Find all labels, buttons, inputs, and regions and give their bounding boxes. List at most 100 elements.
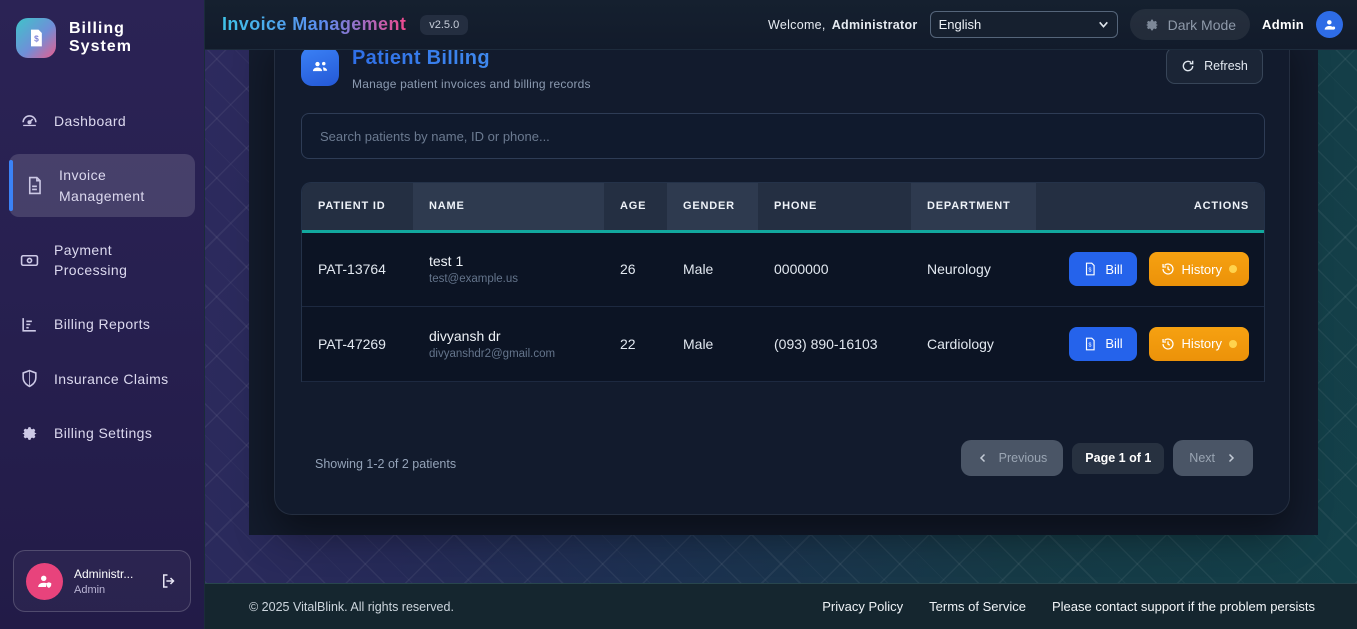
cell-gender: Male bbox=[667, 306, 758, 381]
language-select-wrap: English bbox=[930, 11, 1118, 38]
bill-invoice-icon: $ bbox=[1083, 262, 1097, 276]
patient-name: test 1 bbox=[429, 253, 588, 269]
sidebar-item-label: Billing Reports bbox=[54, 314, 150, 334]
cell-department: Cardiology bbox=[911, 306, 1036, 381]
shield-icon bbox=[20, 369, 39, 388]
chevron-left-icon bbox=[977, 452, 989, 464]
welcome-username: Administrator bbox=[832, 18, 918, 32]
admin-label: Admin bbox=[1262, 17, 1304, 32]
sidebar-item-payment-processing[interactable]: Payment Processing bbox=[9, 229, 195, 292]
history-icon bbox=[1161, 262, 1175, 276]
billing-system-app: $ Billing System Dashboard bbox=[0, 0, 1357, 629]
history-indicator-dot bbox=[1229, 265, 1237, 273]
col-header-department: DEPARTMENT bbox=[911, 183, 1036, 231]
col-header-gender: GENDER bbox=[667, 183, 758, 231]
sidebar-item-label: Billing Settings bbox=[54, 423, 152, 443]
dark-mode-label: Dark Mode bbox=[1168, 17, 1236, 33]
table-header-row: PATIENT ID NAME AGE GENDER PHONE DEPARTM… bbox=[302, 183, 1265, 231]
admin-avatar[interactable] bbox=[1316, 11, 1343, 38]
privacy-policy-link[interactable]: Privacy Policy bbox=[822, 599, 903, 614]
history-label: History bbox=[1182, 336, 1222, 351]
user-shield-avatar bbox=[26, 563, 63, 600]
svg-text:$: $ bbox=[34, 33, 39, 43]
dark-mode-button[interactable]: Dark Mode bbox=[1130, 9, 1250, 40]
search-input[interactable] bbox=[301, 113, 1265, 159]
main-content: Patient Billing Manage patient invoices … bbox=[205, 50, 1357, 583]
top-header: Invoice Management v2.5.0 Welcome,Admini… bbox=[205, 0, 1357, 50]
cell-phone: 0000000 bbox=[758, 231, 911, 306]
bill-label: Bill bbox=[1105, 262, 1122, 277]
card-header: Patient Billing Manage patient invoices … bbox=[301, 50, 1263, 91]
sidebar-item-invoice-management[interactable]: Invoice Management bbox=[9, 154, 195, 217]
section-subtitle: Manage patient invoices and billing reco… bbox=[352, 77, 591, 91]
dark-mode-icon bbox=[1144, 17, 1160, 33]
svg-text:$: $ bbox=[1089, 342, 1092, 348]
table-row: PAT-47269 divyansh dr divyanshdr2@gmail.… bbox=[302, 306, 1265, 381]
sidebar-item-billing-reports[interactable]: Billing Reports bbox=[9, 303, 195, 345]
bill-label: Bill bbox=[1105, 336, 1122, 351]
bill-invoice-icon: $ bbox=[1083, 337, 1097, 351]
sidebar-user-card: Administr... Admin bbox=[13, 550, 191, 612]
dashboard-icon bbox=[20, 112, 39, 131]
refresh-button[interactable]: Refresh bbox=[1166, 50, 1263, 84]
col-header-actions: ACTIONS bbox=[1036, 183, 1265, 231]
history-button[interactable]: History bbox=[1149, 252, 1249, 286]
previous-label: Previous bbox=[999, 451, 1048, 465]
terms-of-service-link[interactable]: Terms of Service bbox=[929, 599, 1026, 614]
history-icon bbox=[1161, 337, 1175, 351]
next-label: Next bbox=[1189, 451, 1215, 465]
next-page-button[interactable]: Next bbox=[1173, 440, 1253, 476]
section-heading: Patient Billing Manage patient invoices … bbox=[352, 50, 591, 91]
app-title: Billing System bbox=[69, 20, 190, 56]
language-select[interactable]: English bbox=[930, 11, 1118, 38]
cell-patient-id: PAT-47269 bbox=[302, 306, 413, 381]
cell-department: Neurology bbox=[911, 231, 1036, 306]
history-button[interactable]: History bbox=[1149, 327, 1249, 361]
logout-icon[interactable] bbox=[160, 572, 178, 590]
welcome-text: Welcome, Administrator bbox=[768, 18, 918, 32]
pagination-summary: Showing 1-2 of 2 patients bbox=[315, 457, 456, 471]
invoice-icon bbox=[25, 176, 44, 195]
sidebar-item-label: Dashboard bbox=[54, 111, 126, 131]
copyright-text: © 2025 VitalBlink. All rights reserved. bbox=[249, 600, 454, 614]
sidebar-item-dashboard[interactable]: Dashboard bbox=[9, 100, 195, 142]
refresh-label: Refresh bbox=[1204, 59, 1248, 73]
pagination: Previous Page 1 of 1 Next bbox=[961, 440, 1253, 476]
patient-billing-card: Patient Billing Manage patient invoices … bbox=[274, 50, 1290, 515]
previous-page-button[interactable]: Previous bbox=[961, 440, 1064, 476]
sidebar-user-role: Admin bbox=[74, 584, 149, 596]
cell-name: divyansh dr divyanshdr2@gmail.com bbox=[413, 306, 604, 381]
sidebar-item-billing-settings[interactable]: Billing Settings bbox=[9, 412, 195, 454]
patients-group-icon bbox=[301, 50, 339, 86]
patients-table: PATIENT ID NAME AGE GENDER PHONE DEPARTM… bbox=[301, 182, 1265, 382]
sidebar-nav: Dashboard Invoice Management Payment Pro… bbox=[0, 74, 204, 454]
cell-phone: (093) 890-16103 bbox=[758, 306, 911, 381]
bill-button[interactable]: $ Bill bbox=[1069, 327, 1136, 361]
welcome-label: Welcome, bbox=[768, 18, 826, 32]
gear-icon bbox=[20, 424, 39, 443]
sidebar-item-label: Insurance Claims bbox=[54, 369, 169, 389]
sidebar-item-label: Invoice Management bbox=[59, 165, 186, 206]
patient-email: divyanshdr2@gmail.com bbox=[429, 348, 588, 360]
chart-icon bbox=[20, 315, 39, 334]
sidebar: $ Billing System Dashboard bbox=[0, 0, 205, 629]
footer: © 2025 VitalBlink. All rights reserved. … bbox=[205, 583, 1357, 629]
cell-name: test 1 test@example.us bbox=[413, 231, 604, 306]
refresh-icon bbox=[1181, 59, 1195, 73]
sidebar-item-label: Payment Processing bbox=[54, 240, 186, 281]
header-right: Welcome,Administrator English Dark Mode … bbox=[768, 9, 1343, 40]
section-title: Patient Billing bbox=[352, 50, 591, 70]
brand: $ Billing System bbox=[0, 0, 204, 74]
col-header-name: NAME bbox=[413, 183, 604, 231]
patient-name: divyansh dr bbox=[429, 328, 588, 344]
sidebar-item-insurance-claims[interactable]: Insurance Claims bbox=[9, 358, 195, 400]
support-note: Please contact support if the problem pe… bbox=[1052, 599, 1315, 614]
chevron-right-icon bbox=[1225, 452, 1237, 464]
col-header-age: AGE bbox=[604, 183, 667, 231]
bill-button[interactable]: $ Bill bbox=[1069, 252, 1136, 286]
svg-text:$: $ bbox=[1089, 267, 1092, 273]
sidebar-user-name: Administr... bbox=[74, 567, 149, 581]
patient-email: test@example.us bbox=[429, 273, 588, 285]
footer-links: Privacy Policy Terms of Service Please c… bbox=[822, 599, 1315, 614]
sidebar-user-meta: Administr... Admin bbox=[74, 567, 149, 596]
